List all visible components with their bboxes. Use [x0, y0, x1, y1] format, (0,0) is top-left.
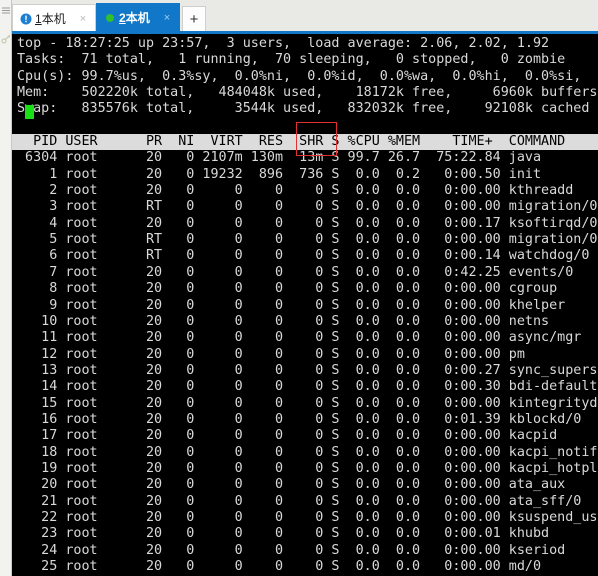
- process-row: 8 root 20 0 0 0 0 S 0.0 0.0 0:00.00 cgro…: [17, 281, 558, 297]
- process-row: 2 root 20 0 0 0 0 S 0.0 0.0 0:00.00 kthr…: [17, 183, 574, 199]
- process-row: 15 root 20 0 0 0 0 S 0.0 0.0 0:00.00 kin…: [17, 395, 598, 411]
- tab-2-close-icon[interactable]: ×: [161, 12, 173, 24]
- process-table-rows: 6304 root 20 0 2107m 130m 13m S 99.7 26.…: [17, 150, 598, 576]
- process-row: 25 root 20 0 0 0 0 S 0.0 0.0 0:00.00 md/…: [17, 559, 542, 574]
- terminal-text-area: top - 18:27:25 up 23:57, 3 users, load a…: [12, 34, 598, 576]
- tab-bar: 1本机 × 2本机 × +: [12, 0, 598, 32]
- tabs-row: 1本机 × 2本机 × +: [12, 0, 206, 32]
- process-row: 14 root 20 0 0 0 0 S 0.0 0.0 0:00.30 bdi…: [17, 379, 598, 395]
- process-row: 17 root 20 0 0 0 0 S 0.0 0.0 0:00.00 kac…: [17, 428, 558, 444]
- process-row: 1 root 20 0 19232 896 736 S 0.0 0.2 0:00…: [17, 166, 542, 182]
- tab-1-label: 1本机: [35, 13, 66, 25]
- process-row: 24 root 20 0 0 0 0 S 0.0 0.0 0:00.00 kse…: [17, 542, 566, 558]
- new-tab-button[interactable]: +: [182, 6, 206, 32]
- tasks-summary-line: Tasks: 71 total, 1 running, 70 sleeping,…: [17, 52, 566, 68]
- list-icon[interactable]: [1, 6, 11, 16]
- tab-1-close-icon[interactable]: ×: [77, 13, 89, 25]
- process-row: 6 root RT 0 0 0 0 S 0.0 0.0 0:00.14 watc…: [17, 248, 590, 264]
- tab-2-label: 2本机: [119, 12, 150, 24]
- key-icon[interactable]: [1, 34, 11, 44]
- mem-summary-line: Mem: 502220k total, 484048k used, 18172k…: [17, 85, 598, 101]
- process-table-header: PID USER PR NI VIRT RES SHR S %CPU %MEM …: [12, 134, 598, 151]
- tab-2-benji[interactable]: 2本机 ×: [96, 3, 180, 32]
- tab-1-number: 1: [35, 11, 42, 26]
- process-row: 18 root 20 0 0 0 0 S 0.0 0.0 0:00.00 kac…: [17, 444, 598, 460]
- process-row: 16 root 20 0 0 0 0 S 0.0 0.0 0:01.39 kbl…: [17, 411, 582, 427]
- tab-1-benji[interactable]: 1本机 ×: [12, 4, 96, 32]
- green-dot-icon: [104, 12, 116, 24]
- tab-1-text: 本机: [41, 11, 66, 26]
- info-circle-icon: [20, 13, 32, 25]
- process-row: 5 root RT 0 0 0 0 S 0.0 0.0 0:00.00 migr…: [17, 232, 598, 248]
- process-row: 21 root 20 0 0 0 0 S 0.0 0.0 0:00.00 ata…: [17, 493, 582, 509]
- terminal-app-window: 1本机 × 2本机 × + top - 18:27:25 up 23:57, 3…: [0, 0, 598, 576]
- tab-bar-underline: [12, 31, 598, 34]
- process-row: 11 root 20 0 0 0 0 S 0.0 0.0 0:00.00 asy…: [17, 330, 582, 346]
- process-row: 13 root 20 0 0 0 0 S 0.0 0.0 0:00.27 syn…: [17, 362, 598, 378]
- swap-summary-line: Swap: 835576k total, 3544k used, 832032k…: [17, 101, 590, 117]
- process-row: 22 root 20 0 0 0 0 S 0.0 0.0 0:00.00 ksu…: [17, 509, 598, 525]
- process-row: 12 root 20 0 0 0 0 S 0.0 0.0 0:00.00 pm: [17, 346, 525, 362]
- process-row: 10 root 20 0 0 0 0 S 0.0 0.0 0:00.00 net…: [17, 313, 550, 329]
- terminal-cursor: [25, 105, 34, 119]
- cpu-summary-line: Cpu(s): 99.7%us, 0.3%sy, 0.0%ni, 0.0%id,…: [17, 68, 598, 84]
- process-row: 3 root RT 0 0 0 0 S 0.0 0.0 0:00.00 migr…: [17, 199, 598, 215]
- terminal-pane[interactable]: top - 18:27:25 up 23:57, 3 users, load a…: [12, 34, 598, 576]
- tab-2-number: 2: [119, 11, 126, 25]
- process-row: 19 root 20 0 0 0 0 S 0.0 0.0 0:00.00 kac…: [17, 460, 598, 476]
- process-row: 7 root 20 0 0 0 0 S 0.0 0.0 0:42.25 even…: [17, 264, 574, 280]
- top-summary-line: top - 18:27:25 up 23:57, 3 users, load a…: [17, 36, 550, 51]
- left-sidebar-strip[interactable]: [0, 0, 12, 576]
- process-row: 20 root 20 0 0 0 0 S 0.0 0.0 0:00.00 ata…: [17, 477, 566, 493]
- process-row: 4 root 20 0 0 0 0 S 0.0 0.0 0:00.17 ksof…: [17, 215, 598, 231]
- process-row: 23 root 20 0 0 0 0 S 0.0 0.0 0:00.01 khu…: [17, 526, 550, 542]
- tab-2-text: 本机: [125, 11, 150, 25]
- process-row: 9 root 20 0 0 0 0 S 0.0 0.0 0:00.00 khel…: [17, 297, 566, 313]
- process-row: 6304 root 20 0 2107m 130m 13m S 99.7 26.…: [17, 150, 542, 166]
